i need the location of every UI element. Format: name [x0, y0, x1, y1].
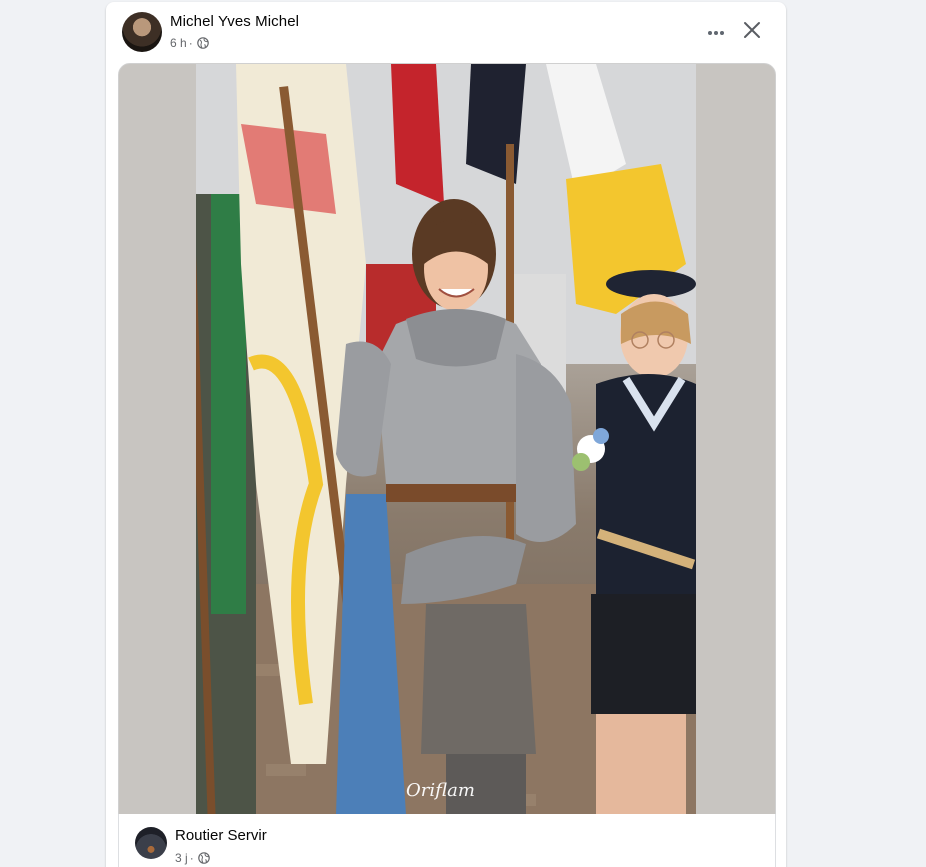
photo-illustration — [196, 64, 696, 815]
media-frame: Oriflam — [118, 63, 776, 816]
shared-post-meta: 3 j · — [175, 851, 210, 865]
photo-watermark: Oriflam — [406, 780, 475, 801]
globe-icon — [197, 852, 210, 864]
globe-icon — [196, 37, 209, 49]
post-card: Michel Yves Michel 6 h · Oriflam Routier… — [106, 2, 786, 867]
shared-author-avatar[interactable] — [135, 827, 167, 859]
post-meta: 6 h · — [170, 36, 209, 50]
more-options-button[interactable] — [698, 16, 734, 48]
post-header: Michel Yves Michel 6 h · — [106, 2, 786, 62]
shared-meta-separator: · — [189, 851, 194, 865]
close-icon — [743, 21, 761, 44]
shared-post-preview: Routier Servir 3 j · — [118, 814, 776, 867]
more-options-icon — [707, 23, 725, 41]
post-photo[interactable]: Oriflam — [196, 64, 696, 815]
author-name[interactable]: Michel Yves Michel — [170, 13, 299, 30]
shared-author-name[interactable]: Routier Servir — [175, 827, 267, 844]
page: Michel Yves Michel 6 h · Oriflam Routier… — [0, 0, 926, 867]
shared-post-time[interactable]: 3 j — [175, 851, 188, 865]
meta-separator: · — [188, 36, 193, 50]
close-button[interactable] — [734, 14, 770, 50]
post-time[interactable]: 6 h — [170, 36, 187, 50]
author-avatar[interactable] — [122, 12, 162, 52]
